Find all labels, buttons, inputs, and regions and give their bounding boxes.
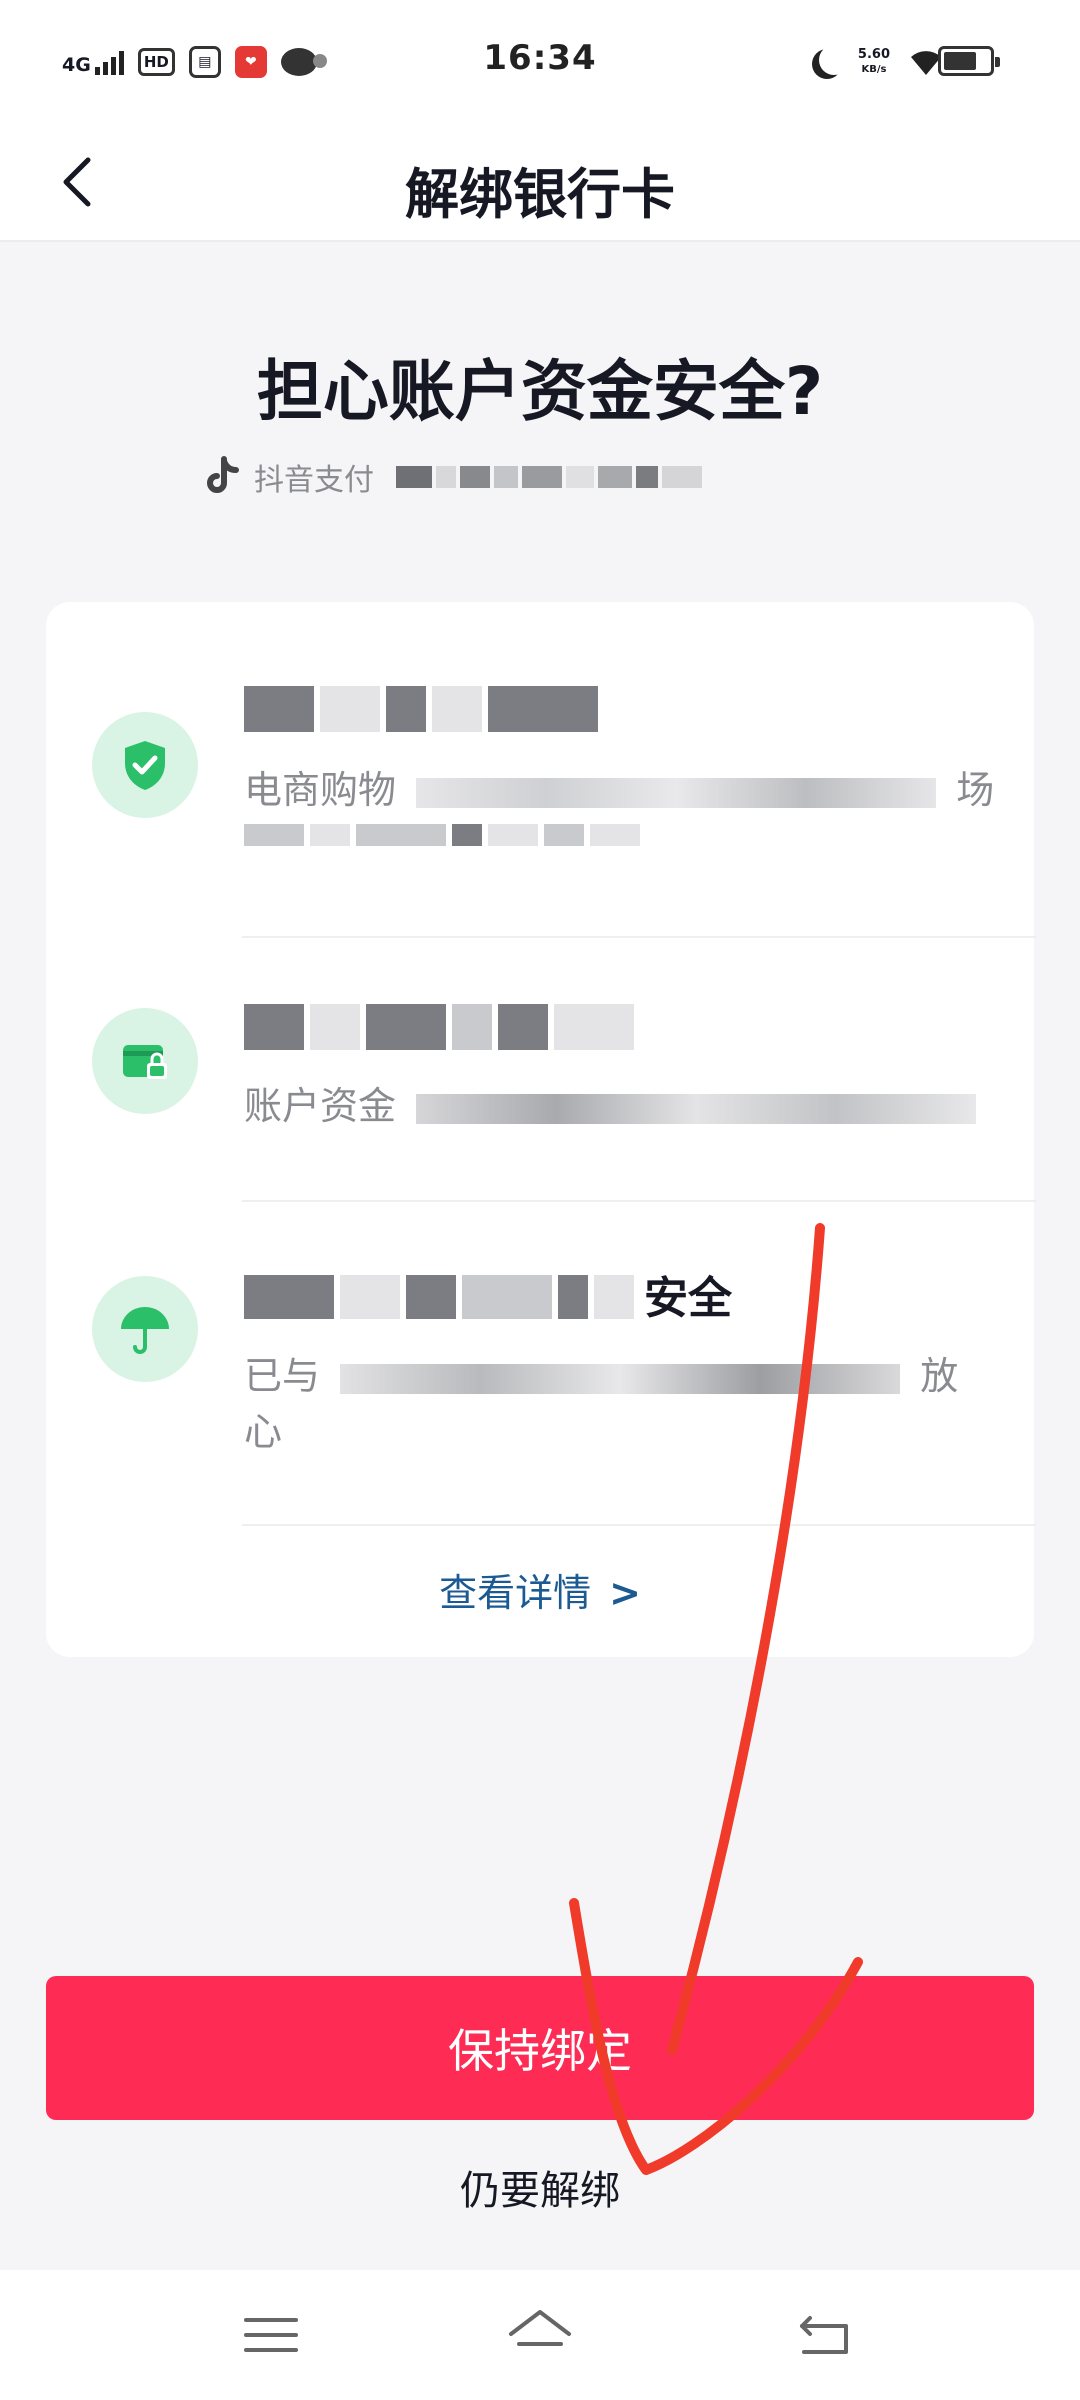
feature-desc: 电商购物 场	[244, 762, 1024, 846]
menu-icon[interactable]	[236, 2300, 306, 2370]
redacted-text	[244, 824, 1024, 846]
back-icon[interactable]	[790, 2300, 860, 2370]
network-speed-value: 5.60	[857, 47, 890, 62]
hero-title: 担心账户资金安全?	[256, 353, 824, 430]
nav-bar: 解绑银行卡	[0, 122, 1080, 242]
divider	[242, 1524, 1036, 1526]
view-details-link[interactable]: 查看详情 >	[46, 1562, 1034, 1617]
do-not-disturb-moon-icon	[819, 45, 849, 75]
unbind-anyway-link[interactable]: 仍要解绑	[0, 2158, 1080, 2216]
hero-subtitle: 抖音支付	[200, 455, 702, 499]
divider	[242, 1200, 1036, 1202]
redacted-text	[416, 1093, 977, 1124]
view-details-label: 查看详情	[439, 1571, 592, 1615]
feature-desc-text: 电商购物	[244, 768, 397, 812]
page-title: 解绑银行卡	[405, 163, 675, 226]
feature-desc-tail: 场	[956, 768, 995, 812]
divider	[242, 936, 1036, 938]
status-bar: 4G HD ▤ ❤ 16:34 5.60 KB/s	[0, 0, 1080, 122]
feature-desc-line2: 心	[244, 1410, 283, 1454]
feature-desc-tail: 放	[920, 1354, 959, 1398]
keep-binding-button[interactable]: 保持绑定	[46, 1976, 1034, 2120]
redacted-text	[396, 466, 702, 488]
status-right: 5.60 KB/s	[810, 40, 944, 84]
feature-title-redacted	[244, 998, 634, 1050]
battery-icon	[938, 46, 1000, 76]
redacted-text	[244, 1275, 634, 1319]
feature-title-redacted	[244, 680, 598, 732]
hero-subtitle-text: 抖音支付	[254, 463, 374, 498]
redacted-text	[340, 1363, 901, 1394]
feature-desc: 已与 放 心	[244, 1348, 1024, 1460]
system-nav-bar	[0, 2270, 1080, 2400]
home-icon[interactable]	[505, 2300, 575, 2370]
tiktok-logo-icon	[207, 456, 239, 493]
redacted-text	[416, 777, 937, 808]
network-speed: 5.60 KB/s	[858, 47, 890, 77]
feature-desc: 账户资金	[244, 1078, 1024, 1134]
network-speed-unit: KB/s	[861, 64, 887, 75]
chevron-right-icon: >	[609, 1571, 641, 1615]
security-card: 电商购物 场 账户资金 安全 已与 放 心 查看详情 >	[46, 602, 1036, 1657]
feature-desc-text: 已与	[244, 1354, 321, 1398]
shield-check-icon	[92, 712, 198, 818]
feature-title-text: 安全	[644, 1273, 732, 1324]
page: 4G HD ▤ ❤ 16:34 5.60 KB/s 解绑银行卡 担心账户资金安全…	[0, 0, 1080, 2400]
wallet-lock-icon	[92, 1008, 198, 1114]
feature-desc-text: 账户资金	[244, 1084, 397, 1128]
feature-title: 安全	[244, 1262, 732, 1326]
umbrella-icon	[92, 1276, 198, 1382]
